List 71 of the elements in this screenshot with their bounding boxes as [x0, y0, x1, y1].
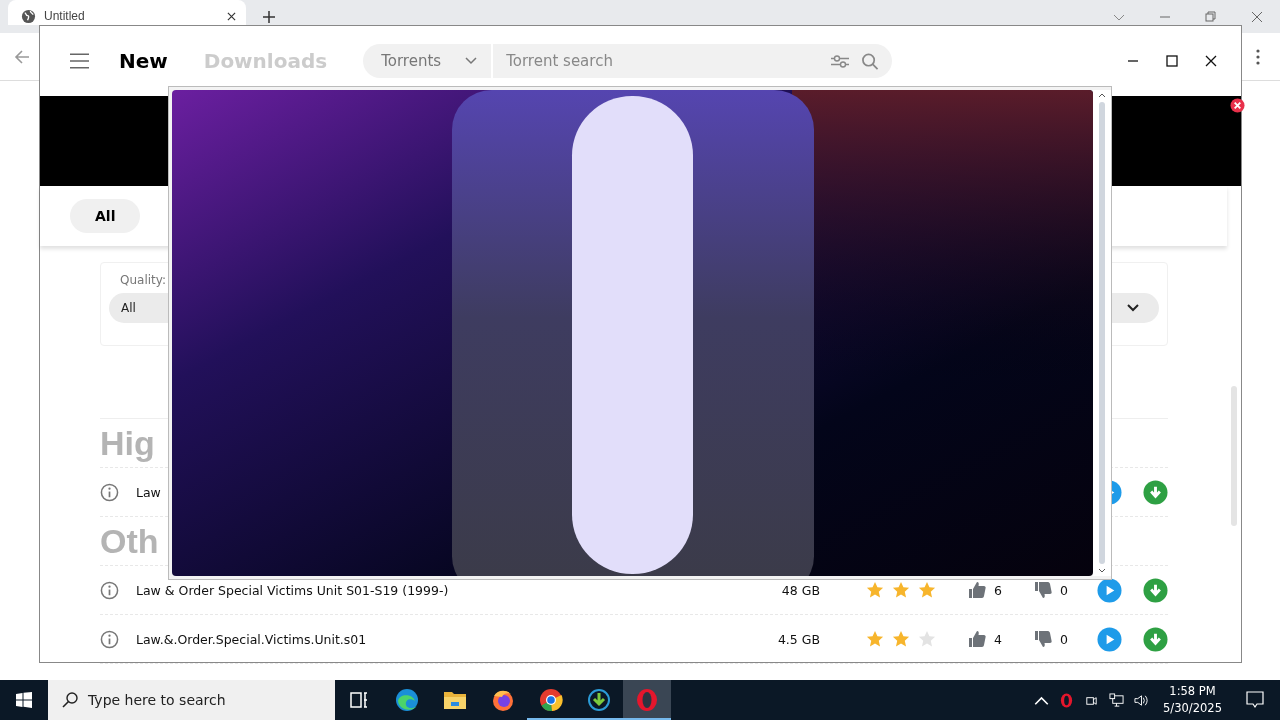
restore-icon[interactable]	[1205, 10, 1217, 23]
filter-label: Quality:	[119, 273, 168, 287]
fox-browser-icon	[491, 688, 515, 712]
download-app-icon	[587, 688, 611, 712]
new-tab-icon[interactable]	[263, 10, 275, 23]
search-icon[interactable]	[860, 52, 881, 70]
star-icon	[892, 630, 910, 648]
search-placeholder: Type here to search	[88, 692, 226, 708]
section-heading: Hig	[100, 423, 155, 463]
ring-browser-icon	[635, 688, 659, 712]
search-icon	[62, 692, 78, 708]
more-icon[interactable]	[1256, 48, 1260, 65]
scroll-down-icon[interactable]	[1098, 568, 1106, 574]
torrent-size: 48 GB	[780, 582, 820, 598]
close-icon[interactable]	[1205, 55, 1217, 67]
torrent-size: 4.5 GB	[776, 631, 820, 647]
torrent-name: Law.&.Order.Special.Victims.Unit.s01	[136, 631, 368, 647]
filter-icon[interactable]	[830, 52, 851, 70]
torrent-name: Law & Order Special Victims Unit S01-S19 (1999-)	[136, 582, 450, 598]
scroll-up-icon[interactable]	[1098, 92, 1106, 98]
menu-icon[interactable]	[70, 53, 89, 69]
taskbar-button[interactable]	[623, 680, 671, 720]
clock-date[interactable]: 5/30/2025	[1163, 700, 1222, 717]
notification-icon[interactable]	[1246, 691, 1264, 709]
thumbs-down-icon[interactable]	[1034, 630, 1052, 648]
thumbs-down-icon[interactable]	[1034, 581, 1052, 599]
scrollbar[interactable]	[1093, 90, 1111, 576]
star-icon	[866, 581, 884, 599]
start-icon[interactable]	[16, 692, 32, 708]
play-button[interactable]	[1097, 626, 1122, 652]
download-button[interactable]	[1143, 479, 1168, 505]
torrent-name: Law	[136, 484, 162, 500]
back-arrow-icon[interactable]	[14, 48, 30, 65]
taskbar-search[interactable]: Type here to search	[48, 680, 335, 720]
maximize-icon[interactable]	[1166, 55, 1178, 67]
search-field[interactable]: Torrent search	[493, 44, 893, 78]
clock-time[interactable]: 1:58 PM	[1169, 683, 1216, 700]
volume-icon[interactable]	[1134, 692, 1150, 708]
star-icon	[892, 581, 910, 599]
chevron-icon	[1127, 304, 1139, 312]
like-count: 4	[994, 631, 1002, 647]
select-value: All	[121, 301, 136, 315]
like-count: 6	[994, 582, 1002, 598]
round-browser-icon	[539, 688, 563, 712]
swirl-browser-icon	[395, 688, 419, 712]
filter-chip[interactable]: All	[70, 199, 141, 233]
scrollbar-thumb[interactable]	[1231, 386, 1237, 526]
close-icon[interactable]	[227, 11, 236, 21]
globe-icon	[21, 8, 36, 24]
nav-tab[interactable]: New	[119, 49, 168, 73]
info-icon[interactable]	[100, 580, 119, 600]
thumbs-up-icon[interactable]	[968, 581, 986, 599]
dislike-count: 0	[1060, 582, 1068, 598]
close-icon[interactable]	[1230, 98, 1245, 113]
dislike-count: 0	[1060, 631, 1068, 647]
download-button[interactable]	[1143, 577, 1168, 603]
thumbs-up-icon[interactable]	[968, 630, 986, 648]
chevron-icon	[465, 57, 478, 65]
category-dropdown[interactable]: Torrents	[363, 44, 494, 78]
star-icon	[866, 630, 884, 648]
network-icon[interactable]	[1109, 692, 1125, 708]
section-heading: Oth	[100, 521, 159, 561]
browser-tab[interactable]: Untitled	[8, 0, 246, 25]
tab-title: Untitled	[44, 9, 86, 23]
star-icon	[918, 581, 936, 599]
ring-browser-icon[interactable]	[1059, 692, 1075, 708]
info-icon[interactable]	[100, 482, 119, 502]
search-input[interactable]: Torrent search	[493, 52, 821, 70]
star-icon	[918, 630, 936, 648]
download-button[interactable]	[1143, 626, 1168, 652]
info-icon[interactable]	[100, 629, 119, 649]
